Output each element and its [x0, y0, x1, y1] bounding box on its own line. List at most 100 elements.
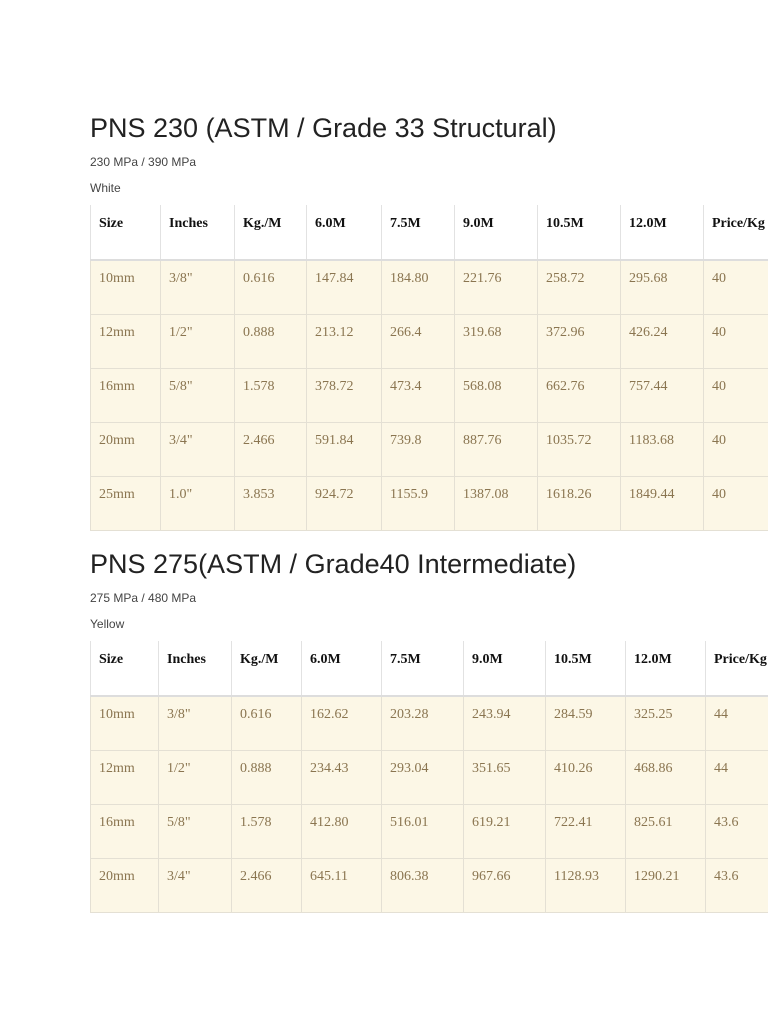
table-cell: 1035.72 [537, 422, 621, 477]
table-cell: 2.466 [231, 858, 302, 913]
table-cell: 619.21 [463, 804, 546, 859]
table-row: 16mm 5/8" 1.578 378.72 473.4 568.08 662.76 757.… [90, 368, 768, 423]
table-cell: 40 [703, 422, 768, 477]
table-cell: 5/8" [160, 368, 235, 423]
column-header: Price/Kg [705, 641, 768, 697]
table-cell: 3/4" [160, 422, 235, 477]
table-cell: 20mm [90, 858, 159, 913]
table-cell: 12mm [90, 750, 159, 805]
table-cell: 266.4 [381, 314, 455, 369]
table-cell: 468.86 [625, 750, 706, 805]
column-header: 10.5M [545, 641, 626, 697]
table-cell: 378.72 [306, 368, 382, 423]
table-row: 10mm 3/8" 0.616 147.84 184.80 221.76 258.72 295… [90, 259, 768, 315]
table-cell: 234.43 [301, 750, 382, 805]
table-cell: 2.466 [234, 422, 307, 477]
table-cell: 243.94 [463, 695, 546, 751]
table-cell: 40 [703, 314, 768, 369]
table-cell: 1618.26 [537, 476, 621, 531]
table-cell: 568.08 [454, 368, 538, 423]
table-row: 16mm 5/8" 1.578 412.80 516.01 619.21 722.41 825… [90, 804, 768, 859]
table-cell: 293.04 [381, 750, 464, 805]
section-title-pns230: PNS 230 (ASTM / Grade 33 Structural) [90, 113, 557, 143]
table-row: 20mm 3/4" 2.466 645.11 806.38 967.66 1128.93 12… [90, 858, 768, 913]
column-header: Kg./M [231, 641, 302, 697]
table-cell: 516.01 [381, 804, 464, 859]
table-cell: 258.72 [537, 259, 621, 315]
table-cell: 1849.44 [620, 476, 704, 531]
table-cell: 1.0" [160, 476, 235, 531]
table-cell: 10mm [90, 695, 159, 751]
table-cell: 739.8 [381, 422, 455, 477]
table-cell: 410.26 [545, 750, 626, 805]
table-cell: 1.578 [234, 368, 307, 423]
table-cell: 319.68 [454, 314, 538, 369]
table-cell: 1183.68 [620, 422, 704, 477]
color-text: Yellow [90, 617, 125, 631]
table-cell: 3/8" [158, 695, 232, 751]
table-header-row: Size Inches Kg./M 6.0M 7.5M 9.0M 10.5M 12.0M Pri… [90, 205, 768, 261]
table-cell: 40 [703, 476, 768, 531]
table-cell: 1.578 [231, 804, 302, 859]
table-cell: 162.62 [301, 695, 382, 751]
table-cell: 1387.08 [454, 476, 538, 531]
table-cell: 213.12 [306, 314, 382, 369]
column-header: 6.0M [301, 641, 382, 697]
table-cell: 40 [703, 368, 768, 423]
table-cell: 426.24 [620, 314, 704, 369]
table-cell: 412.80 [301, 804, 382, 859]
table-cell: 147.84 [306, 259, 382, 315]
table-cell: 722.41 [545, 804, 626, 859]
table-cell: 20mm [90, 422, 161, 477]
table-cell: 1155.9 [381, 476, 455, 531]
column-header: Size [90, 641, 159, 697]
table-cell: 284.59 [545, 695, 626, 751]
table-cell: 1/2" [158, 750, 232, 805]
table-row: 12mm 1/2" 0.888 213.12 266.4 319.68 372.96 426.… [90, 314, 768, 369]
table-cell: 44 [705, 750, 768, 805]
table-row: 20mm 3/4" 2.466 591.84 739.8 887.76 1035.72 118… [90, 422, 768, 477]
table-cell: 3/4" [158, 858, 232, 913]
table-cell: 1290.21 [625, 858, 706, 913]
table-cell: 0.616 [231, 695, 302, 751]
table-cell: 0.616 [234, 259, 307, 315]
column-header: 6.0M [306, 205, 382, 261]
strength-text: 275 MPa / 480 MPa [90, 591, 197, 605]
table-cell: 825.61 [625, 804, 706, 859]
table-cell: 645.11 [301, 858, 382, 913]
table-cell: 0.888 [231, 750, 302, 805]
table-cell: 12mm [90, 314, 161, 369]
table-cell: 325.25 [625, 695, 706, 751]
table-cell: 3/8" [160, 259, 235, 315]
table-cell: 591.84 [306, 422, 382, 477]
table-cell: 662.76 [537, 368, 621, 423]
column-header: Price/Kg [703, 205, 768, 261]
column-header: 9.0M [454, 205, 538, 261]
table-cell: 40 [703, 259, 768, 315]
table-cell: 16mm [90, 368, 161, 423]
column-header: 12.0M [620, 205, 704, 261]
table-cell: 203.28 [381, 695, 464, 751]
table-cell: 221.76 [454, 259, 538, 315]
table-cell: 10mm [90, 259, 161, 315]
table-cell: 16mm [90, 804, 159, 859]
table-cell: 473.4 [381, 368, 455, 423]
table-cell: 924.72 [306, 476, 382, 531]
table-cell: 43.6 [705, 804, 768, 859]
table-row: 12mm 1/2" 0.888 234.43 293.04 351.65 410.26 468… [90, 750, 768, 805]
table-cell: 44 [705, 695, 768, 751]
table-cell: 1128.93 [545, 858, 626, 913]
color-text: White [90, 181, 121, 195]
column-header: 7.5M [381, 205, 455, 261]
table-cell: 967.66 [463, 858, 546, 913]
table-row: 25mm 1.0" 3.853 924.72 1155.9 1387.08 1618.26 1… [90, 476, 768, 531]
table-header-row: Size Inches Kg./M 6.0M 7.5M 9.0M 10.5M 12.0M Pri… [90, 641, 768, 697]
table-row: 10mm 3/8" 0.616 162.62 203.28 243.94 284.59 325… [90, 695, 768, 751]
table-cell: 757.44 [620, 368, 704, 423]
table-cell: 887.76 [454, 422, 538, 477]
table-cell: 806.38 [381, 858, 464, 913]
table-cell: 184.80 [381, 259, 455, 315]
column-header: 7.5M [381, 641, 464, 697]
table-cell: 0.888 [234, 314, 307, 369]
column-header: Size [90, 205, 161, 261]
